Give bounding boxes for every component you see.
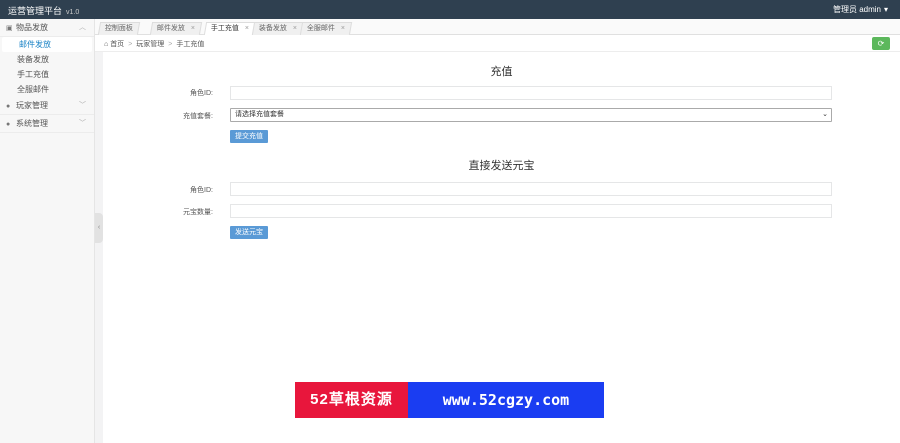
sidebar-group-label: 玩家管理 — [16, 101, 48, 110]
top-navbar: 运营管理平台 v1.0 管理员 admin ▾ — [0, 0, 900, 19]
watermark-left: 52草根资源 — [295, 382, 408, 418]
tab-equip-send[interactable]: 装备发放 × — [251, 22, 305, 35]
sidebar-item-global-mail[interactable]: 全服邮件 — [0, 82, 94, 97]
breadcrumb-home[interactable]: 首页 — [110, 41, 124, 48]
sidebar-item-manual-recharge[interactable]: 手工充值 — [0, 67, 94, 82]
app-title-text: 运营管理平台 — [8, 6, 63, 16]
tab-label: 装备发放 — [258, 25, 287, 32]
send-role-id-label: 角色ID: — [190, 187, 213, 194]
recharge-package-select[interactable]: 请选择充值套餐 ⌄ — [230, 108, 832, 122]
sidebar-group-label: 系统管理 — [16, 119, 48, 128]
close-icon[interactable]: × — [191, 23, 195, 35]
user-name: admin — [859, 5, 881, 14]
chevron-left-icon: ‹ — [97, 224, 101, 231]
refresh-button[interactable]: ⟳ — [872, 37, 890, 50]
tab-label: 邮件发放 — [156, 25, 185, 32]
recharge-package-label: 充值套餐: — [183, 113, 213, 120]
tab-bar: 控制面板 邮件发放 × 手工充值 × 装备发放 × 全服邮件 × — [95, 19, 900, 35]
close-icon[interactable]: × — [293, 23, 297, 35]
send-role-id-input[interactable] — [230, 182, 832, 196]
sidebar-group-players[interactable]: ● 玩家管理 ﹀ — [0, 97, 94, 115]
sidebar-collapse-handle[interactable]: ‹ — [95, 213, 103, 243]
breadcrumb-bar: ⌂ 首页 > 玩家管理 > 手工充值 ⟳ — [95, 35, 900, 52]
sidebar-group-label: 物品发放 — [16, 23, 48, 32]
recharge-role-id-label: 角色ID: — [190, 90, 213, 97]
home-icon: ⌂ — [104, 41, 109, 48]
recharge-submit-button[interactable]: 提交充值 — [230, 130, 268, 143]
gift-icon: ▣ — [6, 25, 13, 32]
app-title: 运营管理平台 v1.0 — [8, 4, 79, 17]
refresh-icon: ⟳ — [877, 39, 885, 48]
chevron-down-icon: ⌄ — [822, 111, 828, 118]
chevron-down-icon: ▾ — [883, 5, 888, 14]
user-icon: ● — [6, 103, 11, 110]
tab-dashboard[interactable]: 控制面板 — [97, 22, 141, 35]
close-icon[interactable]: × — [341, 23, 345, 35]
sidebar-group-items[interactable]: ▣ 物品发放 ︿ — [0, 19, 94, 37]
recharge-role-id-input[interactable] — [230, 86, 832, 100]
sidebar-item-label: 全服邮件 — [17, 85, 49, 94]
app-version: v1.0 — [66, 9, 80, 16]
breadcrumb-separator: > — [128, 41, 133, 48]
tab-label: 手工充值 — [210, 25, 239, 32]
send-amount-label: 元宝数量: — [183, 209, 213, 216]
breadcrumb: ⌂ 首页 > 玩家管理 > 手工充值 — [104, 39, 204, 49]
sidebar-group-system[interactable]: ● 系统管理 ﹀ — [0, 115, 94, 133]
send-yuanbao-title: 直接发送元宝 — [468, 160, 535, 172]
send-yuanbao-button[interactable]: 发送元宝 — [230, 226, 268, 239]
user-menu[interactable]: 管理员 admin ▾ — [833, 4, 888, 15]
breadcrumb-separator: > — [168, 41, 173, 48]
close-icon[interactable]: × — [245, 23, 249, 35]
send-amount-input[interactable] — [230, 204, 832, 218]
watermark-right: www.52cgzy.com — [408, 382, 604, 418]
user-prefix: 管理员 — [832, 5, 857, 14]
chevron-up-icon: ︿ — [79, 24, 86, 31]
tab-label: 全服邮件 — [306, 25, 335, 32]
sidebar: ▣ 物品发放 ︿ 邮件发放 装备发放 手工充值 全服邮件 ● 玩家管理 ﹀ ● 系统管理 ﹀ — [0, 19, 95, 443]
recharge-title: 充值 — [490, 66, 513, 78]
sidebar-item-mail-send[interactable]: 邮件发放 — [2, 37, 92, 52]
breadcrumb-current: 手工充值 — [176, 41, 205, 48]
sidebar-item-equip-send[interactable]: 装备发放 — [0, 52, 94, 67]
watermark-banner: 52草根资源 www.52cgzy.com — [295, 382, 604, 418]
gear-icon: ● — [6, 121, 11, 128]
tab-manual-recharge[interactable]: 手工充值 × — [203, 22, 257, 35]
sidebar-item-label: 装备发放 — [17, 55, 49, 64]
breadcrumb-parent[interactable]: 玩家管理 — [136, 41, 164, 48]
sidebar-item-label: 手工充值 — [17, 70, 49, 79]
chevron-down-icon: ﹀ — [79, 102, 86, 109]
tab-mail-send[interactable]: 邮件发放 × — [149, 22, 203, 35]
tab-label: 控制面板 — [104, 25, 133, 32]
sidebar-item-label: 邮件发放 — [19, 40, 51, 49]
recharge-package-value: 请选择充值套餐 — [235, 111, 284, 118]
tab-global-mail[interactable]: 全服邮件 × — [299, 22, 353, 35]
chevron-down-icon: ﹀ — [79, 120, 86, 127]
